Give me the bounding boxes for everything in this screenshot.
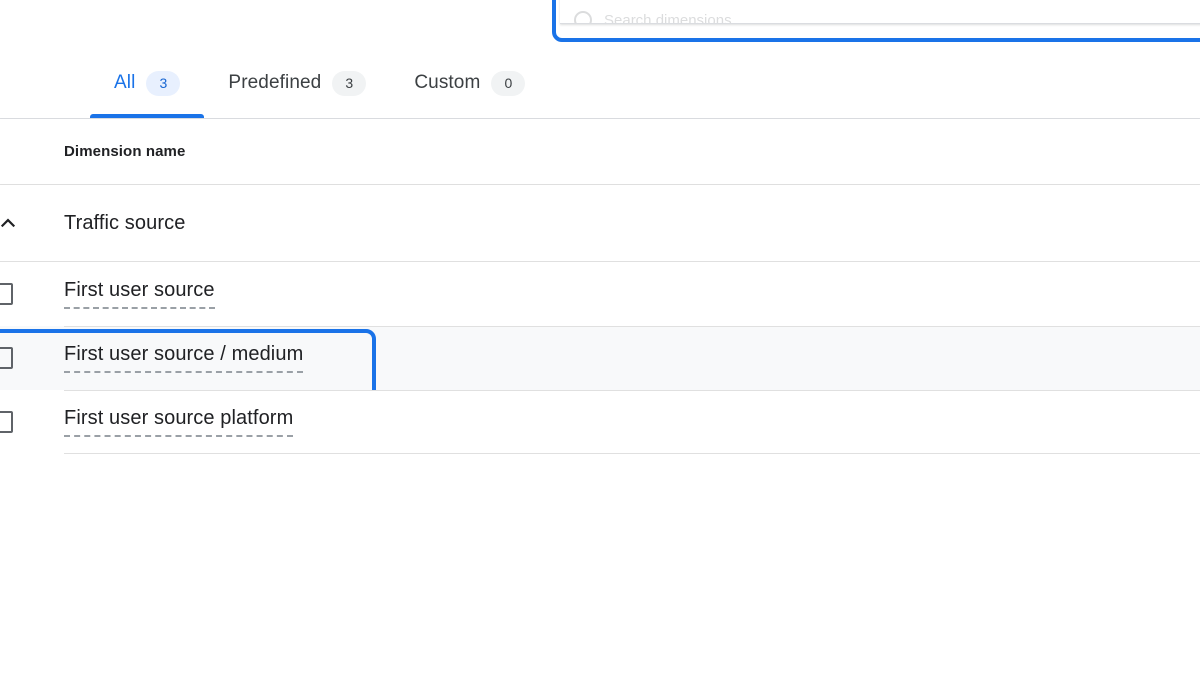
- table-row[interactable]: First user source: [0, 262, 1200, 326]
- search-panel[interactable]: Search dimensions: [560, 0, 1200, 24]
- row-checkbox[interactable]: [0, 283, 13, 305]
- list-bottom-divider: [64, 453, 1200, 454]
- row-label-wrap: First user source platform: [64, 407, 294, 437]
- row-checkbox[interactable]: [0, 411, 13, 433]
- row-checkbox[interactable]: [0, 347, 13, 369]
- table-column-header: Dimension name: [0, 119, 1200, 185]
- dimension-row-list: First user source First user source / me…: [0, 262, 1200, 454]
- tab-custom[interactable]: Custom 0: [390, 48, 549, 118]
- tab-all-label: All: [114, 72, 136, 93]
- tab-predefined-label: Predefined: [228, 72, 322, 93]
- tab-predefined[interactable]: Predefined 3: [204, 48, 390, 118]
- tab-custom-label: Custom: [414, 72, 481, 93]
- tab-custom-count: 0: [491, 70, 526, 96]
- search-input[interactable]: Search dimensions: [604, 12, 732, 24]
- dimension-table: Dimension name Traffic source First user…: [0, 119, 1200, 454]
- search-icon: [574, 11, 592, 23]
- search-row: Search dimensions: [574, 11, 732, 24]
- column-header-dimension-name: Dimension name: [64, 143, 186, 160]
- row-label-wrap: First user source / medium: [64, 343, 304, 373]
- tab-all[interactable]: All 3: [90, 48, 205, 118]
- search-panel-focus-ring: Search dimensions: [552, 0, 1200, 42]
- search-panel-clip: Search dimensions: [552, 0, 1200, 42]
- row-label-wrap: First user source: [64, 279, 215, 309]
- group-row-traffic-source[interactable]: Traffic source: [0, 185, 1200, 262]
- table-row[interactable]: First user source platform: [0, 390, 1200, 454]
- table-row[interactable]: First user source / medium: [0, 326, 1200, 390]
- row-label: First user source platform: [64, 407, 294, 437]
- chevron-up-icon[interactable]: [0, 203, 28, 243]
- dimension-picker-screen: Search dimensions All 3 Predefined 3 Cus…: [0, 0, 1200, 675]
- group-label: Traffic source: [64, 211, 186, 234]
- row-label: First user source: [64, 279, 215, 309]
- tab-predefined-count: 3: [332, 70, 367, 96]
- row-label: First user source / medium: [64, 343, 304, 373]
- tab-all-count: 3: [146, 70, 181, 96]
- tab-bar: All 3 Predefined 3 Custom 0: [0, 48, 1200, 118]
